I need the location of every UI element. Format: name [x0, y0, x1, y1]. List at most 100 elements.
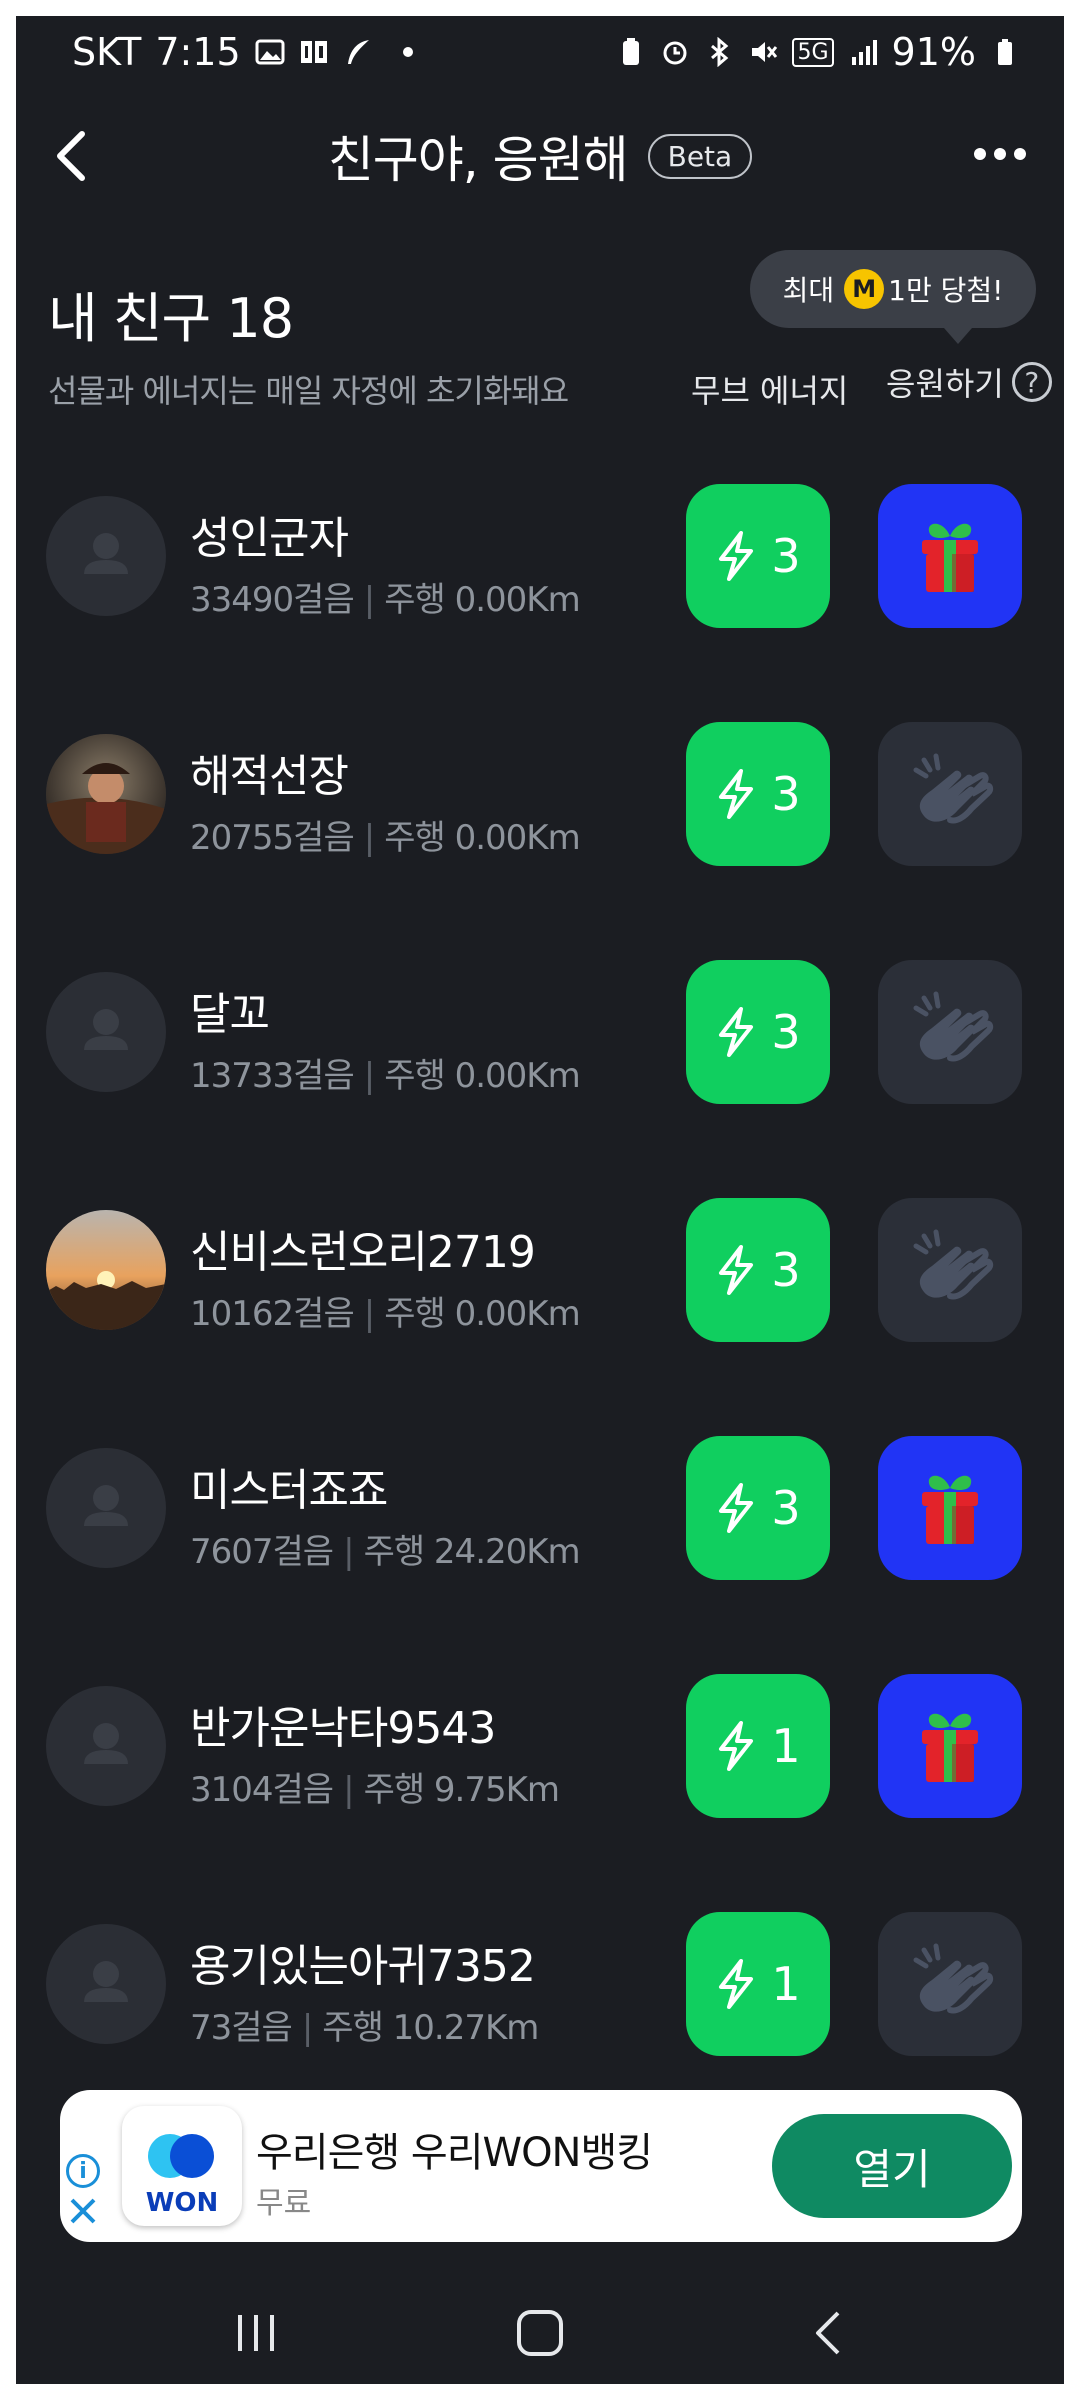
- step-count: 13733걸음: [190, 1056, 355, 1096]
- ad-info-icon[interactable]: i: [66, 2154, 100, 2188]
- move-energy-button[interactable]: 1: [686, 1674, 830, 1818]
- ad-banner[interactable]: i WON 우리은행 우리WON뱅킹 무료 열기: [60, 2090, 1022, 2242]
- drive-distance: 주행 0.00Km: [384, 580, 580, 620]
- clap-icon: [913, 1943, 994, 2014]
- send-gift-button[interactable]: [878, 1674, 1022, 1818]
- move-energy-button[interactable]: 3: [686, 484, 830, 628]
- cheer-column-label: 응원하기 ?: [886, 359, 1052, 405]
- gift-icon: [922, 523, 978, 592]
- friend-stats: 20755걸음 | 주행 0.00Km: [190, 810, 581, 859]
- gift-icon: [922, 1475, 978, 1544]
- energy-count: 3: [771, 1005, 801, 1059]
- help-icon[interactable]: ?: [1011, 362, 1052, 402]
- move-energy-button[interactable]: 3: [686, 1436, 830, 1580]
- home-button[interactable]: [500, 2298, 580, 2368]
- ad-subtitle: 무료: [256, 2186, 312, 2221]
- more-notifications-dot: [402, 47, 413, 57]
- move-energy-button[interactable]: 1: [686, 1912, 830, 2056]
- friend-row[interactable]: 미스터죠죠 7607걸음 | 주행 24.20Km 3: [16, 1428, 1064, 1588]
- won-logo-text: WON: [145, 2188, 219, 2218]
- energy-count: 3: [771, 529, 801, 583]
- friend-name: 반가운낙타9543: [190, 1703, 496, 1754]
- lightning-icon: [719, 1007, 754, 1057]
- more-dot: [974, 148, 986, 160]
- lightning-icon: [719, 769, 754, 819]
- lightning-icon: [719, 1483, 754, 1533]
- step-count: 3104걸음: [190, 1770, 334, 1810]
- friend-row[interactable]: 용기있는아귀7352 73걸음 | 주행 10.27Km 1: [16, 1904, 1064, 2064]
- signal-icon: [851, 40, 877, 65]
- energy-count: 1: [771, 1719, 801, 1773]
- cheer-clap-button[interactable]: [878, 1912, 1022, 2056]
- woori-won-logo: WON: [122, 2106, 242, 2226]
- move-energy-column-label: 무브 에너지: [691, 372, 849, 410]
- clap-icon: [913, 753, 994, 824]
- send-gift-button[interactable]: [878, 1436, 1022, 1580]
- status-bar: SKT 7:15 5G 91%: [16, 16, 1064, 94]
- gift-icon: [922, 1713, 978, 1782]
- step-count: 7607걸음: [190, 1532, 334, 1572]
- friend-row[interactable]: 달꼬 13733걸음 | 주행 0.00Km 3: [16, 952, 1064, 1112]
- send-gift-button[interactable]: [878, 484, 1022, 628]
- ad-title: 우리은행 우리WON뱅킹: [256, 2130, 653, 2176]
- cheer-clap-button[interactable]: [878, 1198, 1022, 1342]
- lightning-icon: [719, 1721, 754, 1771]
- ad-open-button[interactable]: 열기: [772, 2114, 1012, 2218]
- friend-row[interactable]: 성인군자 33490걸음 | 주행 0.00Km 3: [16, 476, 1064, 636]
- friend-row[interactable]: 신비스런오리2719 10162걸음 | 주행 0.00Km 3: [16, 1190, 1064, 1350]
- friend-row[interactable]: 반가운낙타9543 3104걸음 | 주행 9.75Km 1: [16, 1666, 1064, 1826]
- friend-stats: 73걸음 | 주행 10.27Km: [190, 2000, 539, 2049]
- friend-stats: 33490걸음 | 주행 0.00Km: [190, 572, 581, 621]
- avatar[interactable]: [46, 734, 166, 854]
- default-avatar-icon: [84, 1961, 128, 2002]
- carrier: SKT: [72, 30, 142, 74]
- move-energy-button[interactable]: 3: [686, 722, 830, 866]
- default-avatar-icon: [84, 1485, 128, 1526]
- lightning-icon: [719, 1959, 754, 2009]
- friend-name: 달꼬: [190, 989, 270, 1040]
- avatar[interactable]: [46, 972, 166, 1092]
- app-notification-icon: [300, 41, 327, 63]
- friend-stats: 10162걸음 | 주행 0.00Km: [190, 1286, 581, 1335]
- tooltip-prefix: 최대: [782, 274, 835, 307]
- step-count: 10162걸음: [190, 1294, 355, 1334]
- stats-divider: |: [363, 1056, 376, 1096]
- stats-divider: |: [343, 1532, 355, 1572]
- battery-icon: [998, 39, 1012, 65]
- move-energy-button[interactable]: 3: [686, 1198, 830, 1342]
- clap-icon: [913, 991, 994, 1062]
- cheer-clap-button[interactable]: [878, 722, 1022, 866]
- pirate-avatar-icon: [46, 734, 166, 854]
- stats-divider: |: [301, 2008, 314, 2048]
- drive-distance: 주행 9.75Km: [363, 1770, 560, 1810]
- avatar[interactable]: [46, 1448, 166, 1568]
- step-count: 33490걸음: [190, 580, 355, 620]
- more-options-button[interactable]: [960, 124, 1040, 184]
- sunset-avatar-icon: [46, 1210, 166, 1330]
- step-count: 73걸음: [190, 2008, 293, 2048]
- battery-saver-icon: [623, 38, 640, 65]
- friend-row[interactable]: 해적선장 20755걸음 | 주행 0.00Km 3: [16, 714, 1064, 874]
- energy-count: 3: [771, 1243, 801, 1297]
- reset-notice: 선물과 에너지는 매일 자정에 초기화돼요: [48, 372, 569, 410]
- m-coin-icon: M: [844, 269, 885, 309]
- system-back-button[interactable]: [790, 2298, 870, 2368]
- energy-count: 1: [771, 1957, 801, 2011]
- energy-count: 3: [771, 767, 801, 821]
- stats-divider: |: [363, 580, 376, 620]
- top-app-bar: 친구야, 응원해 Beta: [16, 106, 1064, 206]
- drive-distance: 주행 0.00Km: [384, 1056, 580, 1096]
- drive-distance: 주행 10.27Km: [322, 2008, 539, 2048]
- avatar[interactable]: [46, 1924, 166, 2044]
- friend-stats: 13733걸음 | 주행 0.00Km: [190, 1048, 581, 1097]
- avatar[interactable]: [46, 496, 166, 616]
- avatar[interactable]: [46, 1210, 166, 1330]
- friend-stats: 7607걸음 | 주행 24.20Km: [190, 1524, 581, 1573]
- move-energy-button[interactable]: 3: [686, 960, 830, 1104]
- avatar[interactable]: [46, 1686, 166, 1806]
- recent-apps-button[interactable]: [216, 2298, 296, 2368]
- beta-badge: Beta: [647, 133, 753, 179]
- cheer-clap-button[interactable]: [878, 960, 1022, 1104]
- ad-close-icon[interactable]: [66, 2194, 100, 2228]
- gallery-icon: [255, 39, 285, 65]
